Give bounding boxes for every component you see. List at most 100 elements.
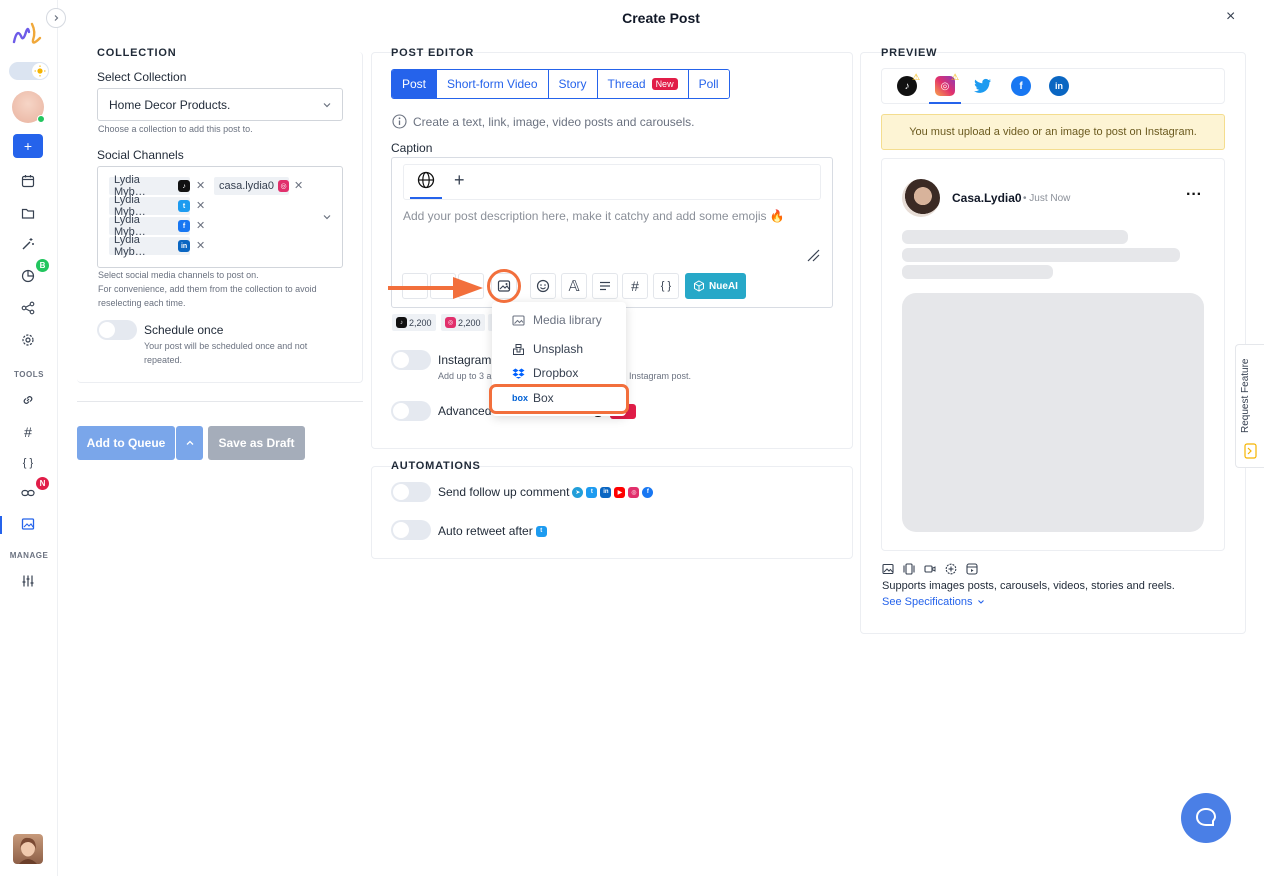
select-collection-label: Select Collection — [97, 70, 187, 84]
advanced-toggle[interactable] — [391, 401, 431, 421]
magic-wand-icon[interactable] — [18, 234, 38, 254]
reel-format-icon — [966, 563, 978, 575]
tab-poll[interactable]: Poll — [688, 70, 729, 98]
user-avatar[interactable] — [13, 834, 43, 864]
supported-formats-text: Supports images posts, carousels, videos… — [882, 580, 1175, 592]
automations-section-title: AUTOMATIONS — [391, 460, 481, 472]
theme-toggle[interactable] — [9, 62, 49, 80]
divider — [77, 401, 363, 402]
remove-channel-icon[interactable]: ✕ — [196, 239, 205, 252]
braces-icon[interactable]: { } — [18, 453, 38, 473]
auto-retweet-toggle[interactable] — [391, 520, 431, 540]
tab-short-form-video[interactable]: Short-form Video — [437, 70, 549, 98]
tab-post[interactable]: Post — [392, 70, 438, 98]
globe-icon[interactable] — [417, 171, 435, 192]
dropdown-item-label: Dropbox — [533, 366, 579, 380]
sidebar: + B TOOLS # { } N MANAGE — [0, 0, 58, 876]
dropdown-item-label: Unsplash — [533, 342, 584, 356]
instagram-option-toggle[interactable] — [391, 350, 431, 370]
dropdown-item-unsplash[interactable]: Unsplash — [512, 342, 583, 356]
channels-hint-2: For convenience, add them from the colle… — [98, 284, 317, 294]
align-button[interactable] — [592, 273, 618, 299]
remove-channel-icon[interactable]: ✕ — [294, 179, 303, 192]
account-avatar[interactable] — [12, 91, 45, 123]
instagram-count-value: 2,200 — [458, 317, 481, 328]
remove-channel-icon[interactable]: ✕ — [196, 199, 205, 212]
schedule-once-toggle[interactable] — [97, 320, 137, 340]
annotation-highlight-box — [489, 384, 629, 414]
sidebar-collapse-button[interactable] — [46, 8, 66, 28]
see-specifications-link[interactable]: See Specifications — [882, 596, 985, 608]
follow-up-comment-toggle[interactable] — [391, 482, 431, 502]
skeleton-line — [902, 265, 1053, 279]
nueai-label: NueAI — [709, 280, 738, 292]
dropdown-item-media-library[interactable]: Media library — [512, 313, 602, 327]
link-icon[interactable] — [18, 390, 38, 410]
add-language-icon[interactable]: + — [454, 170, 465, 191]
chevron-up-icon — [186, 440, 193, 445]
remove-channel-icon[interactable]: ✕ — [196, 179, 205, 192]
share-icon[interactable] — [18, 298, 38, 318]
supported-formats-icons — [882, 563, 978, 575]
settings-gear-icon[interactable] — [18, 330, 38, 350]
carousel-format-icon — [903, 563, 915, 575]
twitter-icon: t — [178, 200, 190, 212]
preview-account-name: Casa.Lydia0 — [952, 191, 1022, 205]
linkedin-icon[interactable]: in — [1049, 76, 1069, 96]
tab-thread-label: Thread — [607, 77, 646, 91]
facebook-icon[interactable]: f — [1011, 76, 1031, 96]
collection-select[interactable]: Home Decor Products. — [97, 88, 343, 121]
hashtag-button[interactable]: # — [622, 273, 648, 299]
annotation-circle — [487, 269, 521, 303]
post-editor-section-title: POST EDITOR — [391, 47, 475, 59]
close-icon[interactable]: × — [1226, 8, 1235, 26]
active-indicator — [0, 516, 2, 534]
dropdown-item-dropbox[interactable]: Dropbox — [512, 366, 578, 380]
add-to-queue-button[interactable]: Add to Queue — [77, 426, 175, 460]
tab-thread[interactable]: Thread New — [597, 70, 689, 98]
chevron-down-icon — [977, 600, 984, 604]
media-gallery-icon[interactable] — [18, 514, 38, 534]
tab-story[interactable]: Story — [548, 70, 598, 98]
caption-language-bar — [403, 164, 821, 200]
post-info-text: Create a text, link, image, video posts … — [413, 115, 695, 129]
instagram-option-label: Instagram — [438, 353, 492, 367]
telegram-icon: ➤ — [572, 486, 584, 498]
more-options-icon[interactable]: ··· — [1186, 186, 1202, 204]
unsplash-icon — [513, 343, 524, 355]
resize-handle-icon[interactable] — [806, 248, 820, 265]
follow-up-comment-label: Send follow up comment — [438, 485, 570, 499]
request-feature-tab[interactable]: Request Feature — [1235, 344, 1264, 468]
info-icon — [392, 114, 407, 132]
create-post-button[interactable]: + — [13, 134, 43, 158]
hashtag-icon[interactable]: # — [18, 422, 38, 442]
emoji-button[interactable] — [530, 273, 556, 299]
queue-options-button[interactable] — [176, 426, 203, 460]
preview-avatar — [902, 179, 940, 217]
calendar-icon[interactable] — [18, 171, 38, 191]
variables-button[interactable]: { } — [653, 273, 679, 299]
channel-chip-twitter: Lydia Myb… t — [109, 194, 190, 218]
twitter-icon: t — [535, 525, 547, 537]
remove-channel-icon[interactable]: ✕ — [196, 219, 205, 232]
link-shortener-icon[interactable] — [18, 483, 38, 503]
sliders-icon[interactable] — [18, 571, 38, 591]
support-chat-button[interactable] — [1181, 793, 1231, 843]
active-language-underline — [410, 197, 442, 199]
skeleton-media — [902, 293, 1204, 532]
media-library-icon — [512, 314, 525, 326]
app-logo[interactable] — [12, 22, 46, 48]
advanced-label: Advanced — [438, 404, 492, 418]
warning-icon: ⚠ — [912, 72, 921, 82]
save-as-draft-button[interactable]: Save as Draft — [208, 426, 305, 460]
analytics-icon[interactable] — [18, 266, 38, 286]
preview-section-title: PREVIEW — [881, 47, 938, 59]
linkedin-icon: in — [178, 240, 190, 252]
nueai-button[interactable]: NueAI — [685, 273, 746, 299]
folder-icon[interactable] — [18, 203, 38, 223]
twitter-icon[interactable] — [973, 76, 993, 96]
chat-icon — [1195, 807, 1217, 826]
text-style-icon[interactable]: 𝔸 — [561, 273, 587, 299]
instagram-icon: ◎ — [445, 317, 456, 328]
tiktok-count-value: 2,200 — [409, 317, 432, 328]
